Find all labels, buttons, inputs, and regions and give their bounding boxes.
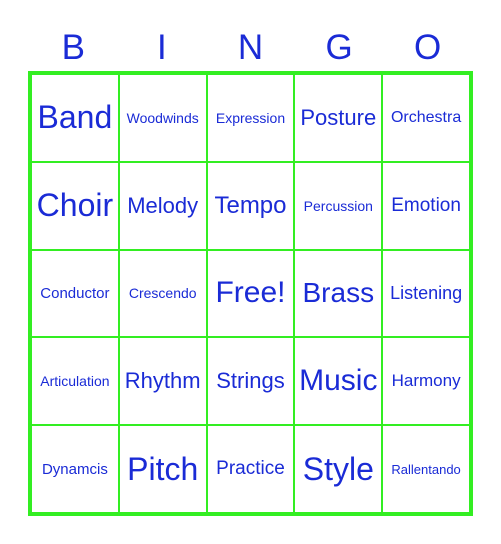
bingo-cell[interactable]: Music [294, 337, 383, 426]
bingo-cell[interactable]: Style [294, 425, 383, 513]
bingo-cell[interactable]: Expression [206, 74, 295, 162]
bingo-header: B I N G O [29, 28, 472, 68]
bingo-cell[interactable]: Woodwinds [118, 74, 207, 162]
bingo-cell[interactable]: Practice [206, 425, 295, 513]
header-letter-i: I [157, 28, 167, 67]
bingo-cell[interactable]: Articulation [31, 337, 119, 426]
bingo-grid: Band Woodwinds Expression Posture Orchestra C… [28, 71, 473, 516]
bingo-cell[interactable]: Band [31, 74, 119, 162]
bingo-cell[interactable]: Melody [118, 161, 207, 250]
bingo-cell[interactable]: Free! [206, 249, 295, 338]
bingo-cell[interactable]: Rhythm [118, 337, 207, 426]
bingo-cell[interactable]: Posture [294, 74, 383, 162]
bingo-cell[interactable]: Percussion [294, 161, 383, 250]
bingo-cell[interactable]: Brass [294, 249, 383, 338]
bingo-cell[interactable]: Pitch [118, 425, 207, 513]
header-letter-g: G [325, 28, 353, 67]
header-letter-b: B [61, 28, 85, 67]
bingo-cell[interactable]: Choir [31, 161, 119, 250]
bingo-cell[interactable]: Orchestra [382, 74, 470, 162]
header-letter-n: N [237, 28, 264, 67]
bingo-cell[interactable]: Conductor [31, 249, 119, 338]
bingo-cell[interactable]: Dynamcis [31, 425, 119, 513]
bingo-cell[interactable]: Rallentando [382, 425, 470, 513]
bingo-cell[interactable]: Listening [382, 249, 470, 338]
bingo-cell[interactable]: Strings [206, 337, 295, 426]
bingo-cell[interactable]: Emotion [382, 161, 470, 250]
bingo-cell[interactable]: Harmony [382, 337, 470, 426]
bingo-cell[interactable]: Tempo [206, 161, 295, 250]
bingo-cell[interactable]: Crescendo [118, 249, 207, 338]
header-letter-o: O [414, 28, 442, 67]
